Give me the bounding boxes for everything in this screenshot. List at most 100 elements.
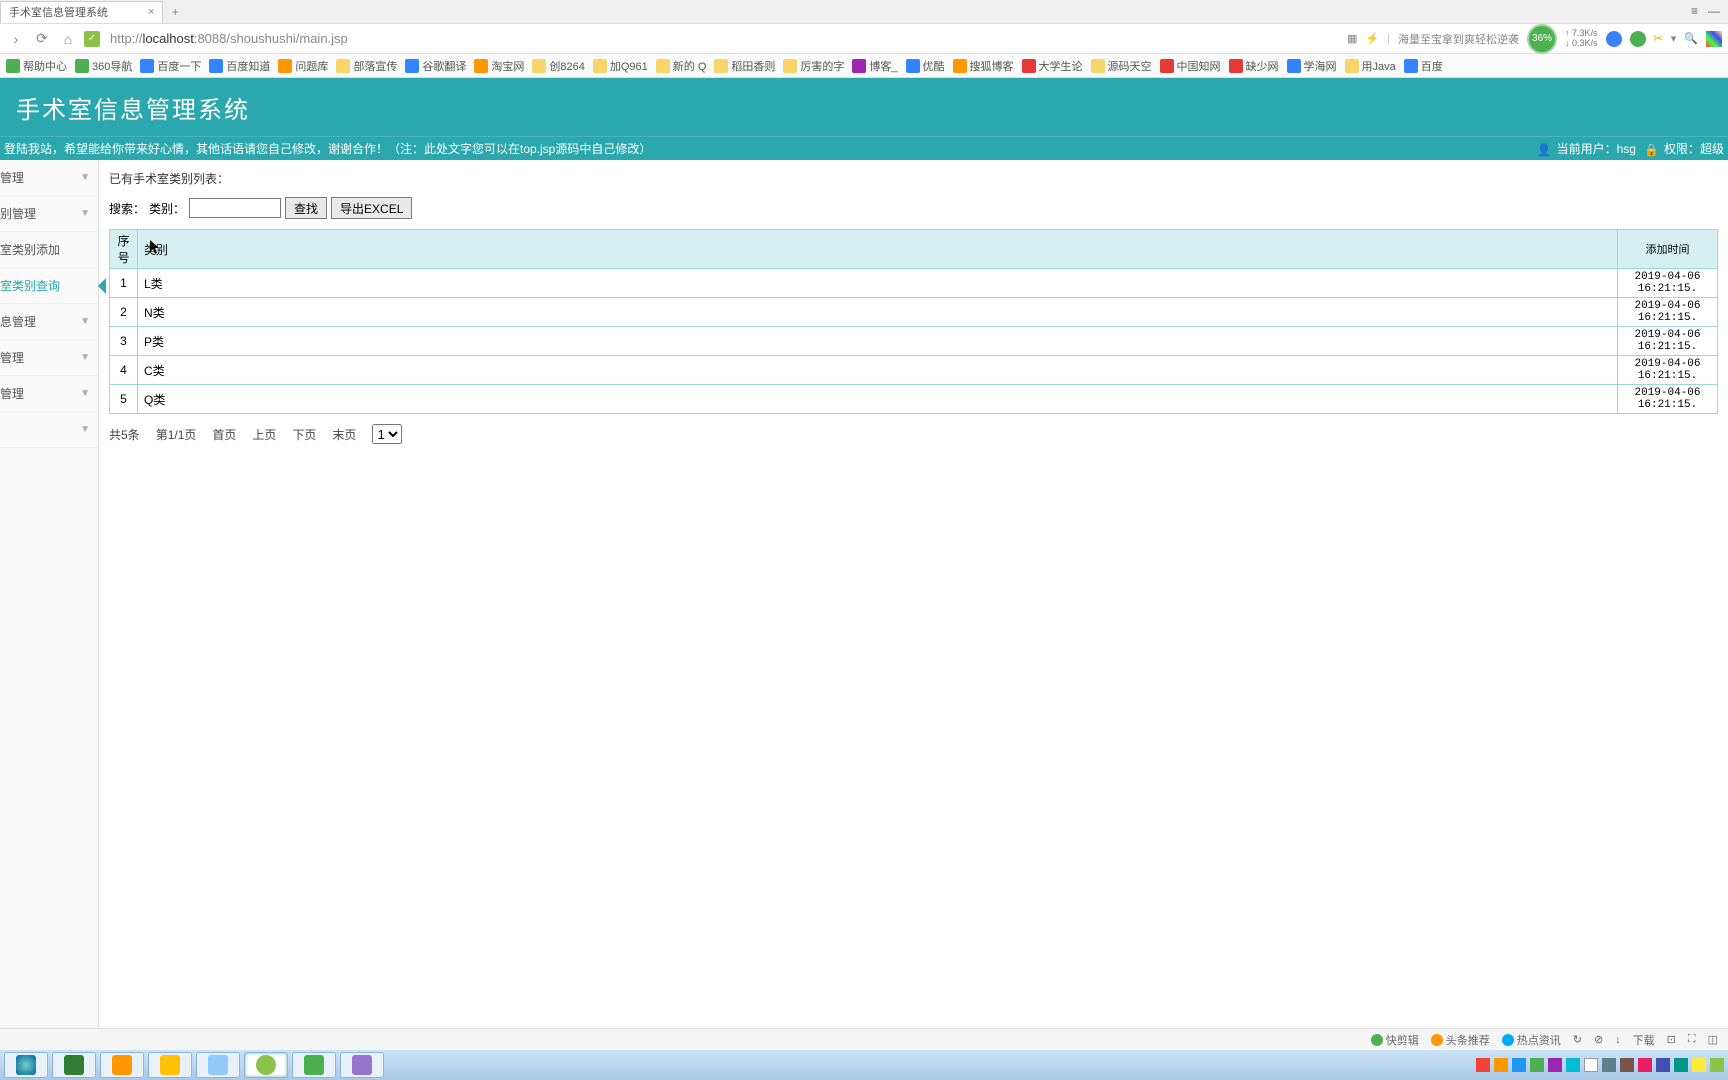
scissors-icon[interactable]: ✂	[1654, 32, 1663, 45]
sidebar-item[interactable]: 管理▼	[0, 160, 98, 196]
pager-next[interactable]: 下页	[292, 426, 316, 443]
table-row[interactable]: 5Q类2019-04-06 16:21:15.	[110, 385, 1718, 414]
search-icon[interactable]: 🔍	[1684, 32, 1698, 45]
download-label[interactable]: 下载	[1633, 1032, 1655, 1048]
table-row[interactable]: 4C类2019-04-06 16:21:15.	[110, 356, 1718, 385]
sidebar-item[interactable]: 管理▼	[0, 376, 98, 412]
browser-tab[interactable]: 手术室信息管理系统 ×	[0, 1, 163, 23]
qr-icon[interactable]: ▦	[1347, 32, 1357, 45]
chevron-down-icon: ▼	[80, 424, 90, 435]
status-hotnews[interactable]: 热点资讯	[1502, 1032, 1561, 1048]
bookmark-item[interactable]: 中国知网	[1160, 58, 1221, 74]
status-toutiao[interactable]: 头条推荐	[1431, 1032, 1490, 1048]
bookmark-item[interactable]: 谷歌翻译	[405, 58, 466, 74]
pager-last[interactable]: 末页	[332, 426, 356, 443]
table-row[interactable]: 3P类2019-04-06 16:21:15.	[110, 327, 1718, 356]
tray-icon[interactable]	[1638, 1058, 1652, 1072]
pager-first[interactable]: 首页	[212, 426, 236, 443]
lightning-icon[interactable]: ⚡	[1365, 32, 1379, 45]
bookmark-item[interactable]: 源码天空	[1091, 58, 1152, 74]
taskbar-snip[interactable]	[196, 1052, 240, 1078]
taskbar-app[interactable]	[340, 1052, 384, 1078]
taskbar-browser[interactable]	[244, 1052, 288, 1078]
download-icon[interactable]: ↓	[1615, 1034, 1621, 1046]
expand-icon[interactable]: ⛶	[1688, 1033, 1696, 1046]
refresh-icon[interactable]: ↻	[1573, 1033, 1582, 1046]
shield-icon[interactable]: ✓	[84, 31, 100, 47]
tray-icon[interactable]	[1656, 1058, 1670, 1072]
sidebar-item[interactable]: 室类别添加	[0, 232, 98, 268]
sidebar-item[interactable]: 息管理▼	[0, 304, 98, 340]
status-kuaijianji[interactable]: 快剪辑	[1371, 1032, 1419, 1048]
performance-badge[interactable]: 36%	[1527, 24, 1557, 54]
sidebar-item[interactable]: ▼	[0, 412, 98, 448]
bookmark-item[interactable]: 优酷	[906, 58, 945, 74]
tray-icon[interactable]	[1692, 1058, 1706, 1072]
close-icon[interactable]: ×	[148, 6, 154, 18]
bookmark-item[interactable]: 厉害的字	[783, 58, 844, 74]
ext-icon[interactable]	[1630, 31, 1646, 47]
bookmark-item[interactable]: 问题库	[278, 58, 328, 74]
tray-icon[interactable]	[1566, 1058, 1580, 1072]
bookmark-item[interactable]: 百度一下	[140, 58, 201, 74]
forward-button[interactable]: ›	[6, 29, 26, 49]
camera-icon[interactable]: ▾	[1671, 32, 1677, 45]
start-button[interactable]	[4, 1052, 48, 1078]
pager-select[interactable]: 1	[372, 424, 402, 444]
tray-icon[interactable]	[1530, 1058, 1544, 1072]
category-input[interactable]	[189, 198, 281, 218]
menu-icon[interactable]: ≡	[1691, 4, 1698, 18]
bookmark-item[interactable]: 部落宣传	[336, 58, 397, 74]
tray-icon[interactable]	[1548, 1058, 1562, 1072]
tray-icon[interactable]	[1512, 1058, 1526, 1072]
promo-text[interactable]: 海量至宝拿到爽轻松逆袭	[1398, 31, 1519, 47]
tray-icon[interactable]	[1494, 1058, 1508, 1072]
bookmark-item[interactable]: 360导航	[75, 58, 132, 74]
cell-index: 1	[110, 269, 138, 298]
bookmark-item[interactable]: 加Q961	[593, 58, 648, 74]
bookmark-item[interactable]: 创8264	[532, 58, 584, 74]
bookmark-item[interactable]: 稻田香则	[714, 58, 775, 74]
bookmark-item[interactable]: 帮助中心	[6, 58, 67, 74]
taskbar-excel[interactable]	[52, 1052, 96, 1078]
bookmark-item[interactable]: 淘宝网	[474, 58, 524, 74]
export-button[interactable]: 导出EXCEL	[331, 197, 412, 219]
reload-button[interactable]: ⟳	[32, 29, 52, 49]
tray-icon[interactable]	[1620, 1058, 1634, 1072]
tray-icon[interactable]	[1476, 1058, 1490, 1072]
sidebar-icon[interactable]: ◫	[1708, 1033, 1718, 1046]
tray-icon[interactable]	[1602, 1058, 1616, 1072]
bookmark-item[interactable]: 缺少网	[1229, 58, 1279, 74]
grid-icon[interactable]	[1706, 31, 1722, 47]
search-button[interactable]: 查找	[285, 197, 327, 219]
bookmark-item[interactable]: 新的 Q	[656, 58, 707, 74]
taskbar-explorer[interactable]	[148, 1052, 192, 1078]
pager-prev[interactable]: 上页	[252, 426, 276, 443]
bookmark-item[interactable]: 大学生论	[1022, 58, 1083, 74]
bookmark-item[interactable]: 博客_	[852, 58, 897, 74]
minimize-icon[interactable]: —	[1708, 4, 1720, 18]
sidebar-item[interactable]: 管理▼	[0, 340, 98, 376]
new-tab-button[interactable]: +	[163, 5, 187, 19]
pip-icon[interactable]: ⊡	[1667, 1033, 1676, 1046]
tray-icon[interactable]	[1584, 1058, 1598, 1072]
taskbar-java[interactable]	[100, 1052, 144, 1078]
bookmark-item[interactable]: 百度	[1404, 58, 1443, 74]
ext-icon[interactable]	[1606, 31, 1622, 47]
bookmark-icon	[953, 59, 967, 73]
tray-icon[interactable]	[1710, 1058, 1724, 1072]
bookmark-item[interactable]: 百度知道	[209, 58, 270, 74]
bookmark-item[interactable]: 学海网	[1287, 58, 1337, 74]
sidebar-item[interactable]: 别管理▼	[0, 196, 98, 232]
tray-icon[interactable]	[1674, 1058, 1688, 1072]
bookmark-item[interactable]: 用Java	[1345, 58, 1396, 74]
url-display[interactable]: http://localhost:8088/shoushushi/main.js…	[106, 31, 1341, 46]
mute-icon[interactable]: ⊘	[1594, 1033, 1603, 1046]
table-row[interactable]: 1L类2019-04-06 16:21:15.	[110, 269, 1718, 298]
sidebar-item-label: 室类别查询	[0, 277, 60, 294]
taskbar-wechat[interactable]	[292, 1052, 336, 1078]
home-button[interactable]: ⌂	[58, 29, 78, 49]
table-row[interactable]: 2N类2019-04-06 16:21:15.	[110, 298, 1718, 327]
sidebar-item[interactable]: 室类别查询	[0, 268, 98, 304]
bookmark-item[interactable]: 搜狐博客	[953, 58, 1014, 74]
